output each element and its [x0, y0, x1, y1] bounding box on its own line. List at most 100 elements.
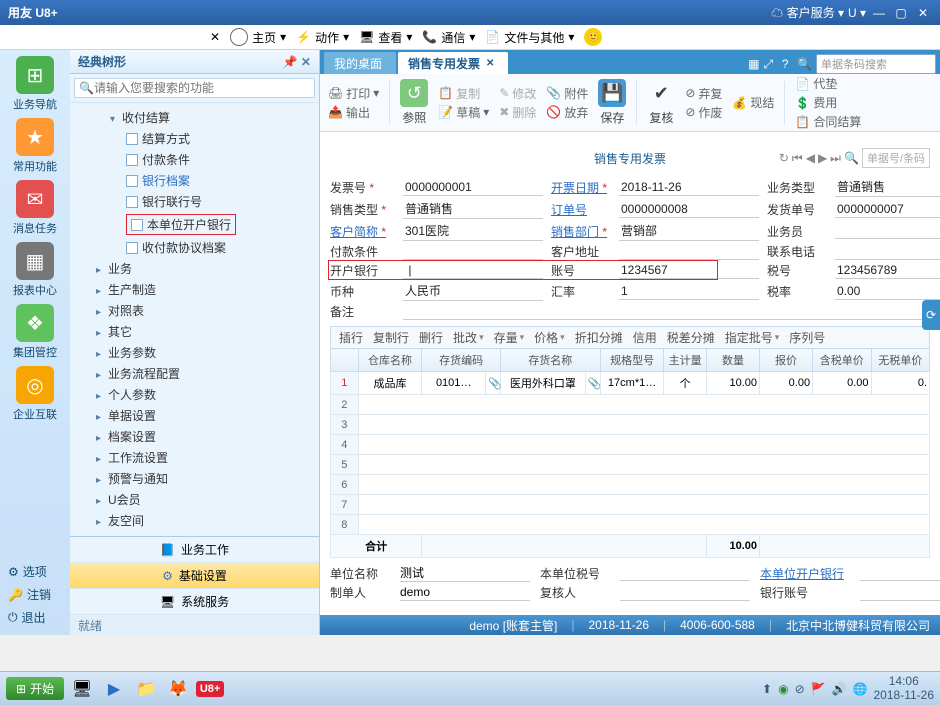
val-bill-date[interactable]: 2018-11-26 [619, 179, 759, 196]
doc-search-input[interactable]: 单据号/条码 [862, 148, 930, 168]
tree-node-ownbank[interactable]: 本单位开户银行 [70, 212, 319, 237]
val-ship-no[interactable]: 0000000007 [835, 201, 940, 218]
tb-batch[interactable]: 批改 [453, 329, 484, 346]
u-menu[interactable]: U ▾ [848, 6, 866, 20]
toolbar-smile-icon[interactable]: 🙂 [584, 28, 602, 46]
ribbon-print[interactable]: 🖨 打印 ▾ [328, 85, 379, 102]
toolbar-comm[interactable]: 📞 通信 ▾ [422, 29, 475, 46]
tree-node[interactable]: 结算方式 [70, 128, 319, 149]
tb-firefox-icon[interactable]: 🦊 [164, 675, 192, 703]
prev-icon[interactable]: ◀ [806, 151, 815, 165]
val-addr[interactable] [619, 244, 759, 260]
val-sales-type[interactable]: 普通销售 [403, 199, 543, 219]
val-currency[interactable]: 人民币 [403, 281, 543, 301]
tray-clock[interactable]: 14:06 2018-11-26 [874, 675, 935, 701]
barcode-search-input[interactable]: 单据条码搜索 [816, 54, 936, 74]
th-price[interactable]: 报价 [760, 349, 813, 372]
ribbon-copy[interactable]: 📋 复制 [438, 85, 489, 102]
nav-group[interactable]: ❖集团管控 [12, 304, 58, 360]
val-bankacc[interactable] [860, 585, 940, 601]
tb-explorer-icon[interactable]: 🖥 [68, 675, 96, 703]
val-salesman[interactable] [835, 223, 940, 239]
ribbon-review[interactable]: ✔复核 [647, 79, 675, 126]
search-icon[interactable]: 🔍 [844, 151, 859, 165]
tb-serial[interactable]: 序列号 [789, 329, 825, 346]
th-code[interactable]: 存货编码 [422, 349, 501, 372]
minimize-icon[interactable]: — [870, 5, 888, 21]
tree-node[interactable]: 其它 [70, 321, 319, 342]
nav-fav[interactable]: ★常用功能 [12, 118, 58, 174]
tb-u8-icon[interactable]: U8+ [196, 675, 224, 703]
ribbon-void[interactable]: ⊘ 弃复 [685, 85, 722, 102]
tray-icon[interactable]: ◉ [778, 682, 788, 696]
start-button[interactable]: ⊞ 开始 [6, 677, 64, 700]
val-taxno[interactable]: 123456789 [835, 262, 940, 279]
table-row[interactable]: 4 [331, 435, 930, 455]
toolbar-files[interactable]: 📄 文件与其他 ▾ [485, 29, 574, 46]
val-remark[interactable] [403, 304, 940, 320]
service-menu[interactable]: ☁ 客户服务 ▾ [771, 4, 844, 21]
first-icon[interactable]: ⏮ [792, 151, 803, 166]
ribbon-contract[interactable]: 📋 合同结算 [795, 113, 861, 130]
close-icon[interactable]: ✕ [914, 5, 932, 21]
lbl-order-no[interactable]: 订单号 [551, 201, 611, 218]
footer-work[interactable]: 📘 业务工作 [70, 537, 319, 563]
ribbon-credit[interactable]: 📄 代垫 [795, 75, 861, 92]
val-taxrate[interactable]: 0.00 [835, 283, 940, 300]
expand-icon[interactable]: ⤢ [763, 57, 773, 72]
val-biz-type[interactable]: 普通销售 [835, 177, 940, 197]
ribbon-draft[interactable]: 📝 草稿 ▾ [438, 104, 489, 121]
val-account[interactable]: 1234567 [619, 262, 759, 279]
tree-node[interactable]: 付款条件 [70, 149, 319, 170]
tree-node[interactable]: 友空间 [70, 510, 319, 531]
lbl-cust[interactable]: 客户简称 [330, 223, 395, 240]
val-invoice-no[interactable]: 0000000001 [403, 179, 543, 196]
table-row[interactable]: 3 [331, 415, 930, 435]
val-dept[interactable]: 营销部 [619, 221, 759, 241]
val-unittax[interactable] [620, 565, 750, 581]
table-row[interactable]: 6 [331, 475, 930, 495]
next-icon[interactable]: ▶ [818, 151, 827, 165]
tab-invoice[interactable]: 销售专用发票✕ [398, 52, 508, 74]
tree-node[interactable]: 银行联行号 [70, 191, 319, 212]
nav-ent[interactable]: ◎企业互联 [12, 366, 58, 422]
ribbon-delete[interactable]: ✖ 删除 [499, 104, 536, 121]
tree-node[interactable]: 生产制造 [70, 279, 319, 300]
tb-delrow[interactable]: 删行 [419, 329, 443, 346]
th-uom[interactable]: 主计量 [664, 349, 706, 372]
tree-node[interactable]: 对照表 [70, 300, 319, 321]
nav-logout[interactable]: 🔑 注销 [0, 583, 70, 606]
tree-node[interactable]: 预警与通知 [70, 468, 319, 489]
val-order-no[interactable]: 0000000008 [619, 201, 759, 218]
ribbon-attach[interactable]: 📎 附件 [546, 85, 588, 102]
tree-node[interactable]: 档案设置 [70, 426, 319, 447]
th-taxprice[interactable]: 含税单价 [813, 349, 871, 372]
tree-node[interactable]: 业务 [70, 258, 319, 279]
tree-node[interactable]: 业务流程配置 [70, 363, 319, 384]
tb-folder-icon[interactable]: 📁 [132, 675, 160, 703]
ribbon-abandon[interactable]: 🚫 放弃 [546, 104, 588, 121]
tree-node-root[interactable]: 收付结算 [70, 107, 319, 128]
th-qty[interactable]: 数量 [706, 349, 759, 372]
pin-icon[interactable]: 📌 ✕ [283, 55, 311, 69]
tb-discount[interactable]: 折扣分摊 [575, 329, 623, 346]
tray-icon[interactable]: ⊘ [795, 682, 805, 696]
tb-copyrow[interactable]: 复制行 [373, 329, 409, 346]
nav-msg[interactable]: ✉消息任务 [12, 180, 58, 236]
tree-node[interactable]: 业务参数 [70, 342, 319, 363]
val-rate[interactable]: 1 [619, 283, 759, 300]
toolbar-view[interactable]: 🖥 查看 ▾ [359, 29, 412, 46]
table-row[interactable]: 2 [331, 395, 930, 415]
nav-biz[interactable]: ⊞业务导航 [12, 56, 58, 112]
lbl-unitbank[interactable]: 本单位开户银行 [760, 565, 850, 582]
tray-icon[interactable]: 🌐 [853, 682, 868, 696]
toolbar-actions[interactable]: ⚡动作 ▾ [296, 29, 349, 46]
tb-powershell-icon[interactable]: ▶ [100, 675, 128, 703]
th-notax[interactable]: 无税单价 [871, 349, 930, 372]
ribbon-ops[interactable]: ⊘ 作废 [685, 104, 722, 121]
tb-taxdiff[interactable]: 税差分摊 [667, 329, 715, 346]
tb-batchno[interactable]: 指定批号 [725, 329, 780, 346]
tree-node[interactable]: 单据设置 [70, 405, 319, 426]
table-row[interactable]: 8 [331, 515, 930, 535]
nav-options[interactable]: ⚙ 选项 [0, 560, 70, 583]
